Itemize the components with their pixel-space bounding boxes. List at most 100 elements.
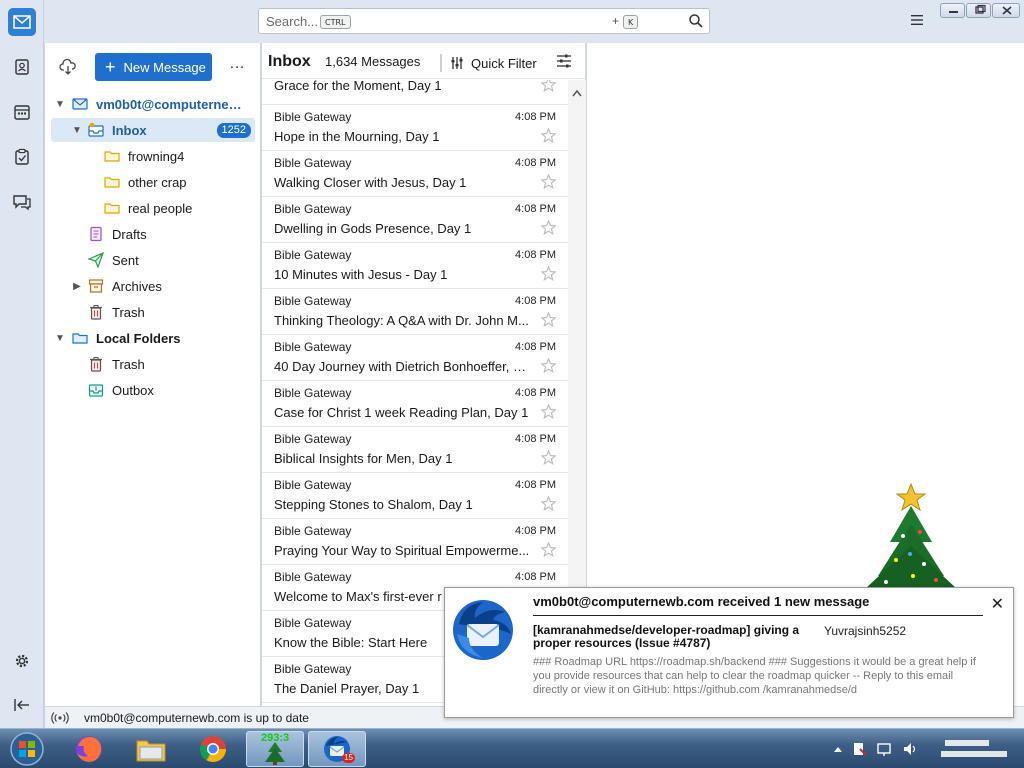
online-status-icon[interactable] (51, 711, 69, 728)
chevron-down-icon[interactable]: ▼ (71, 125, 83, 136)
star-icon[interactable] (540, 80, 557, 95)
minimize-button[interactable] (940, 3, 965, 18)
local-folders-label: Local Folders (96, 330, 181, 346)
tasks-icon[interactable] (8, 143, 36, 171)
message-row[interactable]: Bible Gateway 4:08 PM Stepping Stones to… (262, 473, 568, 519)
star-icon[interactable] (540, 173, 557, 192)
folder-other-crap[interactable]: other crap (51, 170, 255, 194)
taskbar-chrome[interactable] (184, 731, 242, 767)
address-book-icon[interactable] (8, 53, 36, 81)
message-row[interactable]: Bible Gateway 4:08 PM Praying Your Way t… (262, 519, 568, 565)
taskbar-firefox[interactable] (60, 731, 118, 767)
star-icon[interactable] (540, 311, 557, 330)
message-row[interactable]: Bible Gateway 4:08 PM 40 Day Journey wit… (262, 335, 568, 381)
new-mail-notification[interactable]: vm0b0t@computernewb.com received 1 new m… (444, 587, 1014, 718)
search-bar[interactable]: Search... CTRL + K (258, 8, 710, 34)
search-icon[interactable] (688, 13, 704, 32)
scroll-up-icon[interactable] (572, 85, 582, 100)
folder-label: Outbox (112, 382, 154, 398)
folder-local-trash[interactable]: Trash (51, 352, 255, 376)
message-time: 4:08 PM (515, 433, 556, 445)
network-icon[interactable] (877, 743, 891, 754)
close-icon[interactable]: ✕ (991, 594, 1004, 614)
star-icon[interactable] (540, 495, 557, 514)
calendar-icon[interactable] (8, 98, 36, 126)
mail-icon[interactable] (8, 8, 36, 36)
local-folders-icon (72, 330, 88, 346)
maximize-button[interactable] (966, 3, 991, 18)
message-subject: 40 Day Journey with Dietrich Bonhoeffer,… (274, 359, 532, 374)
display-options-icon[interactable] (556, 54, 572, 71)
taskbar-thunderbird[interactable]: 15 (308, 731, 366, 767)
message-sender: Bible Gateway (274, 110, 352, 124)
folder-sent[interactable]: Sent (51, 248, 255, 272)
start-button[interactable] (4, 731, 50, 767)
outbox-icon (88, 382, 104, 398)
collapse-icon[interactable] (8, 691, 36, 719)
message-row[interactable]: Bible Gateway 4:08 PM Case for Christ 1 … (262, 381, 568, 427)
message-row[interactable]: Bible Gateway 4:08 PM Dwelling in Gods P… (262, 197, 568, 243)
taskbar-tree-gadget[interactable]: 293:3 (246, 731, 304, 767)
folder-real-people[interactable]: real people (51, 196, 255, 220)
message-subject: Walking Closer with Jesus, Day 1 (274, 175, 467, 190)
hamburger-menu-icon[interactable] (908, 12, 926, 28)
show-hidden-icons[interactable] (834, 747, 842, 752)
search-placeholder: Search... (266, 14, 319, 29)
close-window-button[interactable] (992, 3, 1020, 18)
archive-icon (88, 278, 104, 294)
folder-frowning4[interactable]: frowning4 (51, 144, 255, 168)
star-icon[interactable] (540, 449, 557, 468)
quick-filter-button[interactable]: Quick Filter (440, 54, 546, 72)
folder-drafts[interactable]: Drafts (51, 222, 255, 246)
message-row[interactable]: Bible Gateway 4:08 PM Hope in the Mourni… (262, 105, 568, 151)
message-sender: Bible Gateway (274, 294, 352, 308)
local-folders-row[interactable]: ▼ Local Folders (51, 326, 255, 350)
chevron-right-icon[interactable]: ▶ (71, 281, 83, 292)
notification-preview: ### Roadmap URL https://roadmap.sh/backe… (533, 656, 976, 696)
star-icon[interactable] (540, 127, 557, 146)
settings-icon[interactable] (8, 647, 36, 675)
message-row[interactable]: Grace for the Moment, Day 1 (262, 80, 568, 105)
message-subject: Dwelling in Gods Presence, Day 1 (274, 221, 472, 236)
star-icon[interactable] (540, 357, 557, 376)
message-sender: Bible Gateway (274, 432, 352, 446)
message-subject: Grace for the Moment, Day 1 (274, 80, 442, 93)
star-icon[interactable] (540, 219, 557, 238)
folder-inbox[interactable]: ▼ Inbox 1252 (51, 118, 255, 142)
message-row[interactable]: Bible Gateway 4:08 PM Biblical Insights … (262, 427, 568, 473)
folder-outbox[interactable]: Outbox (51, 378, 255, 402)
firefox-icon (76, 736, 102, 762)
message-sender: Bible Gateway (274, 478, 352, 492)
chevron-down-icon[interactable]: ▼ (54, 99, 66, 110)
inbox-icon (88, 122, 104, 138)
shortcut-key-k: K (623, 15, 639, 29)
message-sender: Bible Gateway (274, 662, 352, 676)
new-message-button[interactable]: + New Message (95, 53, 212, 81)
folder-label: Drafts (112, 226, 147, 242)
folder-pane: + New Message … ▼ vm0b0t@computernewb.co… (45, 43, 261, 706)
message-sender: Bible Gateway (274, 202, 352, 216)
volume-icon[interactable] (904, 743, 911, 755)
shortcut-plus: + (612, 14, 620, 28)
notification-subject: [kamranahmedse/developer-roadmap] giving… (533, 623, 800, 650)
system-clock[interactable] (938, 736, 1020, 766)
message-sender: Bible Gateway (274, 340, 352, 354)
folder-trash[interactable]: Trash (51, 300, 255, 324)
message-row[interactable]: Bible Gateway 4:08 PM Walking Closer wit… (262, 151, 568, 197)
folder-archives[interactable]: ▶ Archives (51, 274, 255, 298)
chat-icon[interactable] (8, 188, 36, 216)
message-subject: Praying Your Way to Spiritual Empowerme.… (274, 543, 530, 558)
star-icon[interactable] (540, 541, 557, 560)
star-icon[interactable] (540, 265, 557, 284)
action-center-icon[interactable] (854, 743, 863, 755)
folder-pane-more-button[interactable]: … (229, 55, 246, 73)
star-icon[interactable] (540, 403, 557, 422)
get-mail-icon[interactable] (59, 58, 77, 79)
account-row[interactable]: ▼ vm0b0t@computernewb.com (51, 92, 255, 116)
plus-icon: + (105, 57, 116, 77)
message-row[interactable]: Bible Gateway 4:08 PM Thinking Theology:… (262, 289, 568, 335)
message-row[interactable]: Bible Gateway 4:08 PM 10 Minutes with Je… (262, 243, 568, 289)
taskbar-file-explorer[interactable] (122, 731, 180, 767)
chevron-down-icon[interactable]: ▼ (54, 333, 66, 344)
quick-filter-icon (451, 57, 463, 69)
